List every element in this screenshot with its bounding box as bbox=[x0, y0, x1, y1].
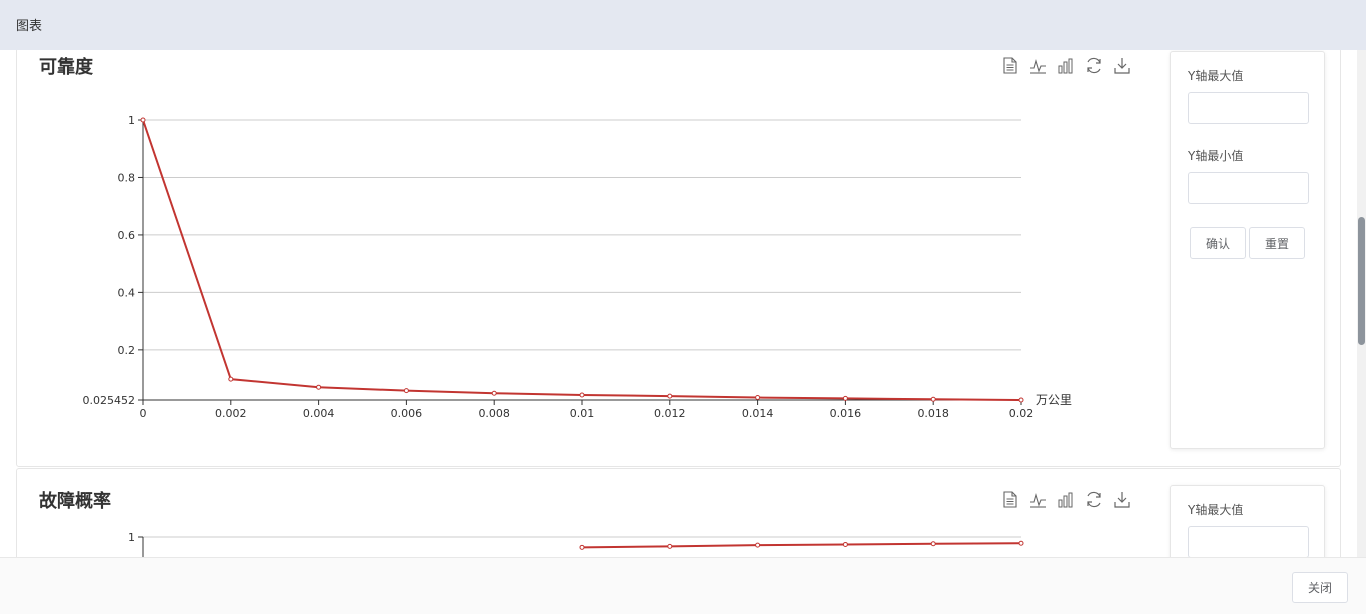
ymin-label: Y轴最小值 bbox=[1188, 149, 1244, 163]
axis-settings-panel: Y轴最大值 bbox=[1170, 485, 1325, 557]
data-point bbox=[579, 392, 585, 398]
scrollbar-thumb[interactable] bbox=[1358, 217, 1365, 345]
data-point bbox=[1018, 540, 1024, 546]
x-tick-label: 0.018 bbox=[917, 407, 949, 420]
x-tick-label: 0.012 bbox=[654, 407, 686, 420]
y-tick-label: 0.6 bbox=[118, 229, 136, 242]
x-tick-label: 0.016 bbox=[830, 407, 862, 420]
y-tick-label: 0.4 bbox=[118, 286, 136, 299]
y-tick-label: 0.8 bbox=[118, 171, 136, 184]
data-point bbox=[755, 395, 761, 401]
dialog-title: 图表 bbox=[16, 19, 43, 34]
data-point bbox=[842, 541, 848, 547]
data-view-icon[interactable] bbox=[1000, 490, 1019, 509]
dialog-body: 可靠度 0.025452 0.2 0.4 0.6 0.8 1 0 0.002 0.004 0.00… bbox=[0, 50, 1366, 557]
data-point bbox=[316, 384, 322, 390]
data-point bbox=[667, 543, 673, 549]
data-point bbox=[228, 376, 234, 382]
data-point bbox=[755, 542, 761, 548]
line-chart-icon[interactable] bbox=[1028, 56, 1047, 75]
x-tick-label: 0.004 bbox=[303, 407, 335, 420]
ymax-input[interactable] bbox=[1188, 92, 1309, 124]
data-point bbox=[140, 117, 146, 123]
data-point bbox=[403, 388, 409, 394]
data-point bbox=[579, 544, 585, 550]
confirm-button[interactable]: 确认 bbox=[1190, 227, 1246, 259]
y-tick-label: 1 bbox=[128, 531, 135, 544]
x-tick-label: 0 bbox=[140, 407, 147, 420]
x-tick-label: 0.02 bbox=[1009, 407, 1034, 420]
data-point bbox=[930, 396, 936, 402]
chart-toolbox bbox=[1000, 56, 1131, 75]
data-point bbox=[667, 393, 673, 399]
line-chart-icon[interactable] bbox=[1028, 490, 1047, 509]
series-line bbox=[581, 542, 1022, 549]
x-tick-label: 0.002 bbox=[215, 407, 247, 420]
y-tick-label: 0.025452 bbox=[83, 394, 136, 407]
x-tick-label: 0.006 bbox=[391, 407, 423, 420]
download-icon[interactable] bbox=[1112, 490, 1131, 509]
restore-icon[interactable] bbox=[1084, 490, 1103, 509]
x-tick-label: 0.014 bbox=[742, 407, 774, 420]
close-button[interactable]: 关闭 bbox=[1292, 572, 1348, 603]
ymax-input[interactable] bbox=[1188, 526, 1309, 557]
failure-probability-chart: 1 bbox=[128, 531, 1024, 557]
series-line bbox=[142, 119, 1022, 401]
ymin-input[interactable] bbox=[1188, 172, 1309, 204]
chart-title: 可靠度 bbox=[39, 57, 93, 78]
dialog-footer: 关闭 bbox=[0, 557, 1366, 614]
chart-panel-failure-probability: 故障概率 1 bbox=[16, 468, 1341, 557]
chart-panel-reliability: 可靠度 0.025452 0.2 0.4 0.6 0.8 1 0 0.002 0.004 0.00… bbox=[16, 50, 1341, 467]
chart-toolbox bbox=[1000, 490, 1131, 509]
y-tick-label: 0.2 bbox=[118, 344, 136, 357]
ymax-label: Y轴最大值 bbox=[1188, 69, 1244, 83]
data-point bbox=[491, 390, 497, 396]
restore-icon[interactable] bbox=[1084, 56, 1103, 75]
x-tick-label: 0.008 bbox=[478, 407, 510, 420]
bar-chart-icon[interactable] bbox=[1056, 490, 1075, 509]
download-icon[interactable] bbox=[1112, 56, 1131, 75]
data-point bbox=[1018, 397, 1024, 403]
reliability-chart: 0.025452 0.2 0.4 0.6 0.8 1 0 0.002 0.004 0.006 0.0… bbox=[83, 114, 1073, 420]
dialog-header: 图表 bbox=[0, 0, 1366, 50]
x-axis-label: 万公里 bbox=[1036, 393, 1072, 407]
ymax-label: Y轴最大值 bbox=[1188, 503, 1244, 517]
axis-settings-panel: Y轴最大值 Y轴最小值 确认 重置 bbox=[1170, 51, 1325, 449]
data-view-icon[interactable] bbox=[1000, 56, 1019, 75]
y-tick-label: 1 bbox=[128, 114, 135, 127]
reset-button[interactable]: 重置 bbox=[1249, 227, 1305, 259]
chart-title: 故障概率 bbox=[39, 491, 111, 512]
bar-chart-icon[interactable] bbox=[1056, 56, 1075, 75]
data-point bbox=[930, 541, 936, 547]
data-point bbox=[842, 395, 848, 401]
x-tick-label: 0.01 bbox=[570, 407, 595, 420]
